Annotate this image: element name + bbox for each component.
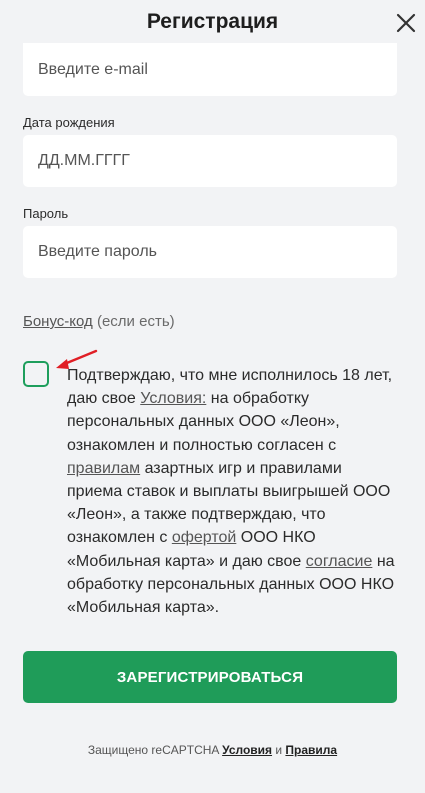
birth-date-label: Дата рождения bbox=[23, 115, 115, 130]
recaptcha-footer: Защищено reCAPTCHA Условия и Правила bbox=[0, 743, 425, 757]
bonus-code-link[interactable]: Бонус-код bbox=[23, 313, 93, 330]
modal-header: Регистрация bbox=[0, 0, 425, 46]
recaptcha-and: и bbox=[272, 743, 286, 757]
consent-link-offer[interactable]: офертой bbox=[172, 529, 237, 546]
consent-link-rules[interactable]: правилам bbox=[67, 460, 140, 477]
recaptcha-text: Защищено reCAPTCHA bbox=[87, 743, 223, 757]
bonus-code-row: Бонус-код (если есть) bbox=[23, 313, 175, 330]
close-icon[interactable] bbox=[395, 12, 417, 34]
consent-link-terms[interactable]: Условия: bbox=[140, 390, 206, 407]
consent-text: Подтверждаю, что мне исполнилось 18 лет,… bbox=[67, 364, 397, 619]
recaptcha-rules-link[interactable]: Правила bbox=[285, 743, 337, 757]
register-button[interactable]: ЗАРЕГИСТРИРОВАТЬСЯ bbox=[23, 651, 397, 703]
consent-checkbox[interactable] bbox=[23, 361, 49, 387]
email-field[interactable]: Введите e-mail bbox=[23, 43, 397, 96]
password-label: Пароль bbox=[23, 206, 69, 221]
consent-link-agreement[interactable]: согласие bbox=[306, 553, 373, 570]
recaptcha-terms-link[interactable]: Условия bbox=[222, 743, 272, 757]
birth-date-field[interactable]: ДД.ММ.ГГГГ bbox=[23, 135, 397, 187]
birth-date-placeholder: ДД.ММ.ГГГГ bbox=[38, 152, 130, 169]
password-field[interactable]: Введите пароль bbox=[23, 226, 397, 278]
bonus-code-suffix: (если есть) bbox=[92, 313, 175, 330]
password-placeholder: Введите пароль bbox=[38, 243, 157, 260]
page-title: Регистрация bbox=[146, 10, 279, 33]
email-placeholder: Введите e-mail bbox=[38, 60, 148, 78]
